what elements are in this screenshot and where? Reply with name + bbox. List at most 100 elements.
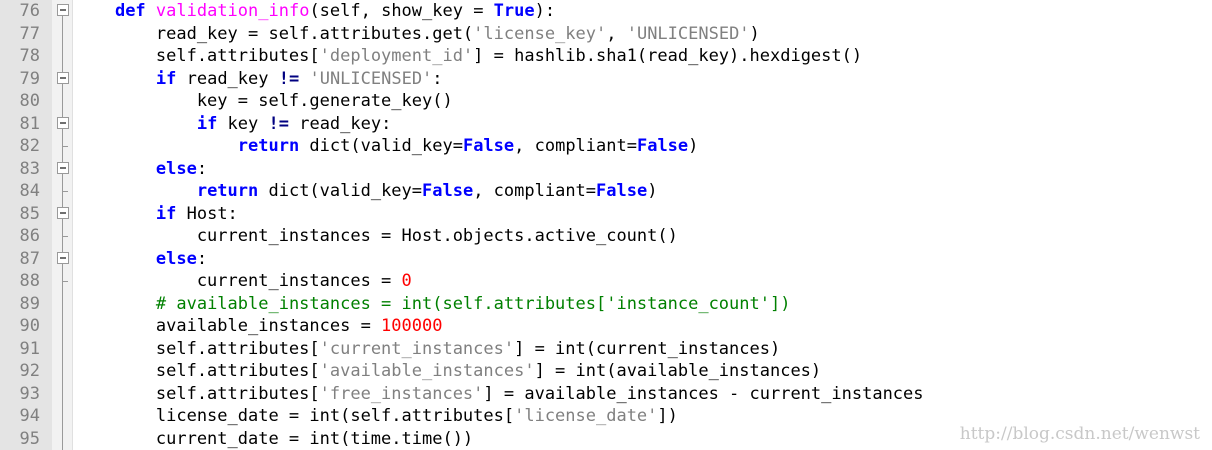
code-line[interactable]: 89 # available_instances = int(self.attr… [0,292,1212,316]
fold-collapse-icon[interactable] [57,206,69,219]
code-text: else: [74,158,207,181]
code-line[interactable]: 82 return dict(valid_key=False, complian… [0,135,1212,158]
line-number: 86 [19,226,40,246]
code-token: 'free_instances' [319,383,484,404]
code-token: ] = available_instances - current_instan… [483,383,924,404]
fold-guide-line [62,337,63,360]
code-token: True [493,1,535,21]
code-token: ] = int(available_instances) [534,361,822,381]
code-token: if [155,68,177,89]
code-token: ) [749,23,760,44]
code-text: if key != read_key: [74,113,392,136]
watermark: http://blog.csdn.net/wenwst [959,424,1200,444]
code-token: 'current_instances' [319,338,515,359]
line-number: 79 [19,68,40,89]
code-text: current_date = int(time.time()) [74,428,473,450]
fold-collapse-icon[interactable] [57,251,69,264]
code-token: ): [534,1,556,21]
fold-guide-line [62,427,63,450]
fold-collapse-icon[interactable] [57,71,69,84]
code-line[interactable]: 88 current_instances = 0 [0,270,1212,293]
code-token: 100000 [381,316,443,336]
code-token: : [432,68,443,89]
code-token: 'deployment_id' [319,46,474,66]
fold-guide-line [62,45,63,68]
code-token: self.attributes[ [74,338,320,359]
code-line[interactable]: 87 else: [0,247,1212,270]
code-text: current_instances = Host.objects.active_… [74,225,678,248]
code-token: key = self.generate_key() [74,91,453,111]
code-token: 'UNLICENSED' [626,23,750,44]
code-line[interactable]: 92 self.attributes['available_instances'… [0,360,1212,383]
code-token: ) [688,136,699,156]
line-number: 93 [19,383,40,404]
code-line[interactable]: 83 else: [0,157,1212,181]
code-text: def validation_info(self, show_key = Tru… [74,0,555,23]
code-line[interactable]: 79 if read_key != 'UNLICENSED': [0,67,1212,90]
code-token: dict(valid_key= [299,136,463,156]
fold-guide-line [62,15,63,23]
fold-collapse-icon[interactable] [57,4,69,16]
line-number: 80 [19,91,40,111]
code-line[interactable]: 76 def validation_info(self, show_key = … [0,0,1212,23]
code-line[interactable]: 90 available_instances = 100000 [0,315,1212,338]
code-token: , compliant= [514,136,637,156]
code-token: else [155,158,197,179]
code-token: read_key = self.attributes.get( [74,23,474,44]
code-token: False [636,136,689,156]
code-token: self.attributes[ [74,46,320,66]
code-text: return dict(valid_key=False, compliant=F… [74,135,699,158]
code-token: , [606,23,627,44]
fold-guide-line [62,382,63,405]
fold-collapse-icon[interactable] [57,116,69,129]
code-token: if [196,113,218,134]
code-token: False [462,136,515,156]
code-line[interactable]: 91 self.attributes['current_instances'] … [0,337,1212,360]
code-token: 'UNLICENSED' [309,68,433,89]
code-token: != [268,113,289,134]
code-token: 'available_instances' [319,361,535,381]
code-token: 'license_date' [514,406,658,426]
code-token: self.attributes[ [74,361,320,381]
code-token: 0 [401,271,412,291]
code-line[interactable]: 86 current_instances = Host.objects.acti… [0,225,1212,248]
line-number: 82 [19,136,40,156]
fold-guide-line [62,315,63,338]
code-line[interactable]: 77 read_key = self.attributes.get('licen… [0,22,1212,45]
code-token: current_instances = [74,271,402,291]
code-token: False [596,181,648,201]
code-line[interactable]: 93 self.attributes['free_instances'] = a… [0,382,1212,405]
code-line[interactable]: 84 return dict(valid_key=False, complian… [0,180,1212,203]
code-editor[interactable]: 76 def validation_info(self, show_key = … [0,0,1212,450]
line-number: 77 [19,23,40,44]
code-line[interactable]: 78 self.attributes['deployment_id'] = ha… [0,45,1212,68]
line-number: 95 [19,428,40,449]
line-number: 92 [19,361,40,381]
code-line[interactable]: 85 if Host: [0,202,1212,225]
code-token: 'license_key' [473,23,607,44]
code-line[interactable]: 80 key = self.generate_key() [0,90,1212,113]
fold-guide-line [62,22,63,45]
code-token: ] = hashlib.sha1(read_key).hexdigest() [473,46,863,66]
code-line[interactable]: 81 if key != read_key: [0,112,1212,136]
fold-guide-line [62,82,63,90]
code-text: return dict(valid_key=False, compliant=F… [74,180,658,203]
line-number: 89 [19,293,40,314]
code-token: license_date = int(self.attributes[ [74,406,515,426]
code-token: False [422,181,474,201]
line-number: 81 [19,113,40,134]
code-text: # available_instances = int(self.attribu… [74,293,791,316]
fold-collapse-icon[interactable] [57,161,69,174]
code-text: available_instances = 100000 [74,315,443,338]
code-token: current_date = int(time.time()) [74,428,474,449]
fold-guide-line [62,262,63,270]
code-token: if [155,203,177,224]
fold-end-mark [62,191,68,192]
code-text: license_date = int(self.attributes['lice… [74,405,678,428]
